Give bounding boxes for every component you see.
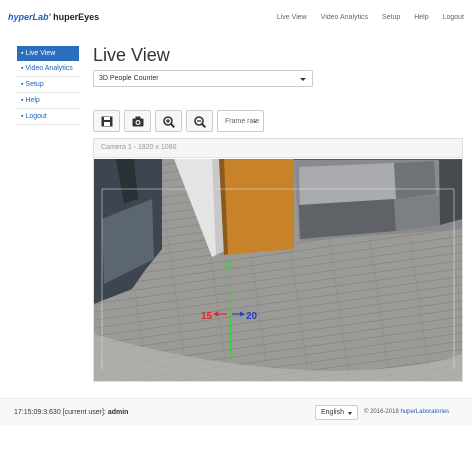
out-count: 20 bbox=[246, 311, 258, 322]
copyright-text: © 2016-2018 bbox=[364, 409, 399, 415]
brand-hyperlab: hyperLab' bbox=[8, 12, 51, 22]
status-time: 17:15:09:3.630 bbox=[14, 409, 61, 416]
top-nav: Live View Video Analytics Setup Help Log… bbox=[265, 14, 464, 21]
chevron-down-icon bbox=[253, 121, 257, 123]
sidebar-item-logout[interactable]: ▪ Logout bbox=[17, 109, 79, 125]
sidebar-item-video-analytics[interactable]: ▪ Video Analytics bbox=[17, 61, 79, 77]
chevron-down-icon bbox=[348, 412, 352, 415]
language-select[interactable]: English bbox=[315, 405, 358, 420]
save-icon bbox=[101, 116, 113, 127]
camera-header: Camera 1 - 1920 x 1080 bbox=[94, 139, 462, 158]
status-label: [current user]: bbox=[62, 409, 106, 416]
chevron-down-icon bbox=[300, 78, 306, 81]
zoom-out-button[interactable] bbox=[186, 110, 213, 132]
mode-select[interactable]: 3D People Counter bbox=[93, 70, 313, 87]
nav-live-view[interactable]: Live View bbox=[277, 14, 307, 21]
footer: 17:15:09:3.630 [current user]: admin Eng… bbox=[0, 398, 472, 425]
frame-rate-dropdown[interactable]: Frame rate bbox=[217, 110, 264, 132]
zoom-out-icon bbox=[194, 116, 206, 128]
camera-panel: Camera 1 - 1920 x 1080 15 20 bbox=[93, 138, 463, 382]
nav-help[interactable]: Help bbox=[414, 14, 428, 21]
page-title: Live View bbox=[93, 45, 170, 65]
nav-setup[interactable]: Setup bbox=[382, 14, 400, 21]
nav-video-analytics[interactable]: Video Analytics bbox=[321, 14, 368, 21]
nav-logout[interactable]: Logout bbox=[443, 14, 464, 21]
language-value: English bbox=[321, 409, 344, 416]
brand-hypereyes: huperEyes bbox=[50, 12, 100, 22]
in-count: 15 bbox=[201, 311, 213, 322]
sidebar-item-live-view[interactable]: ▪ Live View bbox=[17, 46, 79, 61]
camera-icon bbox=[132, 116, 144, 127]
sidebar-item-help[interactable]: ▪ Help bbox=[17, 93, 79, 109]
company-link[interactable]: huperLaboratories bbox=[400, 409, 449, 415]
top-bar: hyperLab' huperEyes Live View Video Anal… bbox=[0, 0, 472, 34]
brand-logo[interactable]: hyperLab' huperEyes bbox=[8, 12, 99, 22]
mode-select-value: 3D People Counter bbox=[99, 75, 159, 82]
sidebar: ▪ Live View ▪ Video Analytics ▪ Setup ▪ … bbox=[17, 46, 79, 125]
save-video-button[interactable] bbox=[93, 110, 120, 132]
sidebar-item-setup[interactable]: ▪ Setup bbox=[17, 77, 79, 93]
snapshot-button[interactable] bbox=[124, 110, 151, 132]
zoom-in-button[interactable] bbox=[155, 110, 182, 132]
status-bar: 17:15:09:3.630 [current user]: admin bbox=[14, 409, 128, 416]
status-user: admin bbox=[107, 409, 129, 416]
copyright: © 2016-2018 huperLaboratories bbox=[364, 409, 449, 415]
camera-live-view[interactable]: 15 20 bbox=[94, 159, 462, 381]
zoom-in-icon bbox=[163, 116, 175, 128]
